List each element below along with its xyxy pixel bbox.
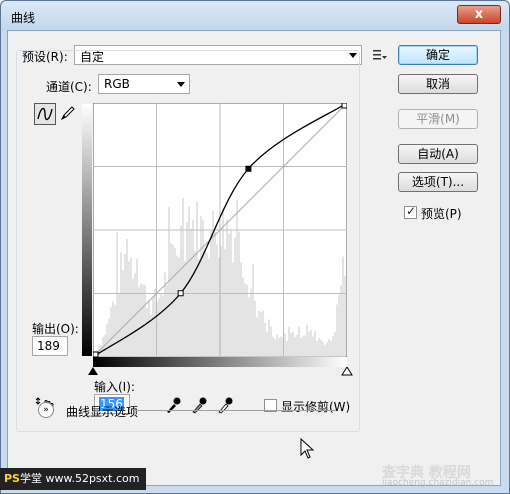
watermark-ps-site: PS学堂 www.52psxt.com [0,468,146,490]
chevron-down-icon [177,82,185,87]
show-clipping-label[interactable]: 显示修剪(W) [281,398,350,415]
input-label: 输入(I): [94,380,135,394]
black-point-slider[interactable] [87,367,99,376]
black-eyedropper-icon[interactable] [165,396,181,414]
preview-checkbox[interactable] [404,204,417,219]
curve-display-options-label[interactable]: 曲线显示选项 [66,403,138,420]
curve-control-point[interactable] [177,290,184,297]
watermark-right-url: jiaocheng.chazidian.com [382,478,494,488]
curve-control-point[interactable] [341,103,347,109]
divider-line [136,410,336,411]
ok-button[interactable]: 确定 [398,45,478,65]
expand-chevron-icon[interactable]: » [38,402,54,418]
auto-button[interactable]: 自动(A) [398,144,478,164]
title-bar[interactable]: 曲线 x [1,1,509,31]
watermark-ps-text: PS [4,472,20,485]
white-point-slider[interactable] [341,367,353,376]
pencil-tool[interactable] [58,103,80,125]
options-button[interactable]: 选项(T)... [398,172,478,192]
white-eyedropper-icon[interactable] [217,396,233,414]
curve-icon [37,107,53,121]
output-field[interactable]: 189 [32,336,68,356]
channel-value: RGB [104,77,130,91]
curve-graph[interactable] [93,103,347,357]
close-button[interactable]: x [457,5,501,24]
watermark-chazidian: 查字典 教程网 jiaocheng.chazidian.com [382,462,493,488]
channel-label: 通道(C): [46,80,92,94]
preview-label[interactable]: 预览(P) [421,205,462,222]
cancel-button[interactable]: 取消 [398,74,478,94]
mouse-cursor-icon [300,438,315,459]
output-label: 输出(O): [32,322,79,336]
output-value: 189 [37,339,60,353]
smooth-button[interactable]: 平滑(M) [398,109,478,129]
curve-point-tool[interactable] [34,103,56,125]
output-gradient-bar [82,104,92,356]
channel-select[interactable]: RGB [98,74,190,94]
gray-eyedropper-icon[interactable] [191,396,207,414]
window-title: 曲线 [11,11,36,25]
pencil-icon [60,106,75,121]
watermark-site-text: 学堂 www.52psxt.com [19,472,140,485]
input-gradient-bar [93,357,347,367]
curve-control-point[interactable] [245,165,252,172]
list-menu-icon[interactable] [372,48,388,62]
